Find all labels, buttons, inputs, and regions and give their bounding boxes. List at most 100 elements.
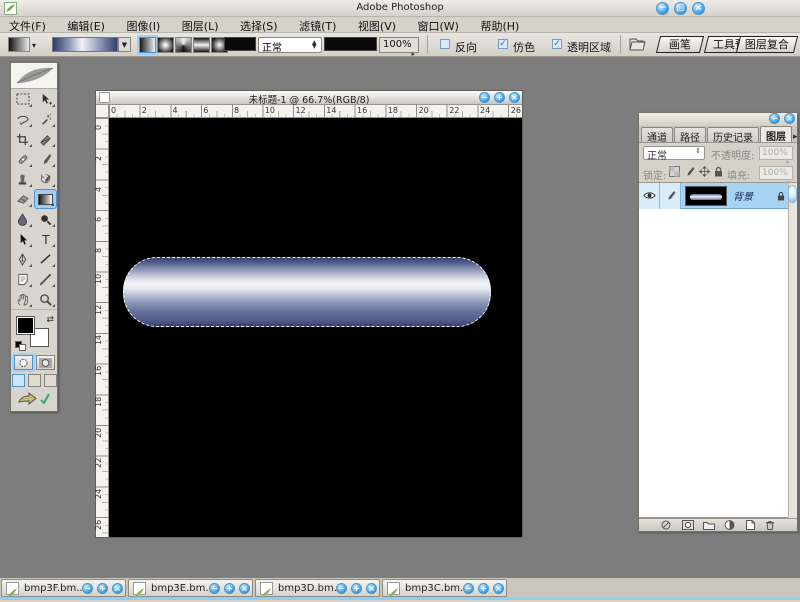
blend-mode-select[interactable]: 正常 ▲▼ <box>258 37 322 53</box>
fullscreen-mode-button[interactable] <box>44 374 57 387</box>
delete-layer-icon[interactable] <box>765 520 775 530</box>
ruler-corner[interactable] <box>96 105 109 118</box>
tool-brush[interactable] <box>34 149 57 169</box>
tool-move[interactable] <box>34 89 57 109</box>
tool-clone-stamp[interactable] <box>11 169 34 189</box>
minimized-window-bmp3D[interactable]: bmp3D.bm... − + × <box>255 579 380 597</box>
gradient-type-reflected-button[interactable] <box>193 37 210 53</box>
restore-button[interactable]: − <box>209 583 220 594</box>
tool-magic-wand[interactable] <box>34 109 57 129</box>
tool-eraser[interactable] <box>11 189 34 209</box>
tool-path-selection[interactable] <box>11 229 34 249</box>
new-group-icon[interactable] <box>703 520 715 530</box>
maximize-button[interactable]: + <box>97 583 108 594</box>
reverse-checkbox[interactable] <box>440 39 450 49</box>
app-restore-button[interactable]: □ <box>674 2 687 15</box>
close-button[interactable]: × <box>493 583 504 594</box>
tool-healing-brush[interactable] <box>11 149 34 169</box>
palette-tab-layer-comps[interactable]: 图层复合 <box>736 36 798 53</box>
minimized-window-bmp3E[interactable]: bmp3E.bm... − + × <box>128 579 253 597</box>
lock-all-icon[interactable] <box>714 166 723 177</box>
layer-style-icon[interactable] <box>661 520 673 530</box>
layer-row-background[interactable]: 背景 <box>639 183 797 209</box>
opacity-input[interactable]: 100%▸ <box>379 37 419 53</box>
tool-rectangular-marquee[interactable] <box>11 89 34 109</box>
scrollbar-thumb[interactable] <box>788 185 797 203</box>
tool-slice[interactable] <box>34 129 57 149</box>
app-close-button[interactable]: × <box>692 2 705 15</box>
restore-button[interactable]: − <box>82 583 93 594</box>
tool-blur[interactable] <box>11 209 34 229</box>
layers-scrollbar[interactable] <box>788 183 797 518</box>
tab-layers[interactable]: 图层 <box>760 126 792 142</box>
tool-eyedropper[interactable] <box>34 269 57 289</box>
maximize-button[interactable]: + <box>351 583 362 594</box>
maximize-button[interactable]: + <box>478 583 489 594</box>
tool-type[interactable]: T <box>34 229 57 249</box>
layer-paint-indicator[interactable] <box>660 183 681 209</box>
foreground-color-swatch[interactable] <box>16 316 35 335</box>
default-colors-icon[interactable] <box>15 341 26 351</box>
add-layer-mask-icon[interactable] <box>682 520 694 530</box>
close-button[interactable]: × <box>366 583 377 594</box>
palette-tab-brushes[interactable]: 画笔 <box>656 36 704 53</box>
new-adjustment-layer-icon[interactable] <box>724 520 736 530</box>
tool-zoom[interactable] <box>34 289 57 309</box>
minimized-window-bmp3F[interactable]: bmp3F.bm... − + × <box>1 579 126 597</box>
layer-name[interactable]: 背景 <box>733 188 777 203</box>
doc-maximize-button[interactable]: + <box>494 92 505 103</box>
fullscreen-menubar-mode-button[interactable] <box>28 374 41 387</box>
doc-close-button[interactable]: × <box>509 92 520 103</box>
standard-mode-button[interactable] <box>14 355 33 370</box>
app-minimize-button[interactable]: − <box>656 2 669 15</box>
close-button[interactable]: × <box>239 583 250 594</box>
standard-screen-mode-button[interactable] <box>12 374 25 387</box>
document-titlebar[interactable]: 未标题-1 @ 66.7%(RGB/8) − + × <box>96 91 522 105</box>
tab-history[interactable]: 历史记录 <box>707 127 759 142</box>
panel-close-button[interactable]: × <box>784 113 795 124</box>
layer-blend-mode-select[interactable]: 正常⇕ <box>643 146 705 160</box>
tool-notes[interactable] <box>11 269 34 289</box>
gradient-preview-swatch[interactable] <box>52 37 118 52</box>
dither-checkbox[interactable]: ✓ <box>498 39 508 49</box>
new-layer-icon[interactable] <box>745 520 756 530</box>
tool-preset-picker[interactable] <box>8 37 30 52</box>
tool-line[interactable] <box>34 249 57 269</box>
layer-visibility-toggle[interactable] <box>639 183 660 209</box>
lock-transparency-icon[interactable] <box>669 166 680 177</box>
tool-lasso[interactable] <box>11 109 34 129</box>
tool-crop[interactable] <box>11 129 34 149</box>
tool-pen[interactable] <box>11 249 34 269</box>
tool-hand[interactable] <box>11 289 34 309</box>
tab-channels[interactable]: 通道 <box>641 127 673 142</box>
gradient-type-radial-button[interactable] <box>157 37 174 53</box>
gradient-type-angle-button[interactable] <box>175 37 192 53</box>
restore-button[interactable]: − <box>463 583 474 594</box>
toolbox-header[interactable] <box>11 63 57 89</box>
tool-history-brush[interactable] <box>34 169 57 189</box>
transparency-checkbox[interactable]: ✓ <box>552 39 562 49</box>
tab-paths[interactable]: 路径 <box>674 127 706 142</box>
file-browser-icon[interactable] <box>628 35 650 54</box>
doc-minimize-button[interactable]: − <box>479 92 490 103</box>
gradient-type-linear-button[interactable] <box>139 37 156 53</box>
quick-mask-mode-button[interactable] <box>36 355 55 370</box>
panel-titlebar[interactable]: − × <box>639 113 797 126</box>
layer-opacity-input[interactable]: 100%▸ <box>759 146 793 160</box>
edit-in-imageready-icon[interactable] <box>17 391 51 406</box>
panel-menu-arrow-icon[interactable]: ▸ <box>793 132 800 142</box>
gradient-picker-arrow-icon[interactable]: ▼ <box>118 37 131 52</box>
tool-dodge[interactable] <box>34 209 57 229</box>
minimized-window-bmp3C[interactable]: bmp3C.bm... − + × <box>382 579 507 597</box>
close-button[interactable]: × <box>112 583 123 594</box>
layer-thumbnail[interactable] <box>685 186 727 206</box>
canvas[interactable] <box>109 118 522 537</box>
restore-button[interactable]: − <box>336 583 347 594</box>
lock-position-icon[interactable] <box>699 166 710 177</box>
tool-preset-arrow-icon[interactable]: ▾ <box>32 41 36 50</box>
tool-gradient[interactable] <box>34 189 57 209</box>
lock-image-icon[interactable] <box>684 166 695 177</box>
maximize-button[interactable]: + <box>224 583 235 594</box>
swap-colors-icon[interactable]: ⇄ <box>46 315 54 325</box>
panel-minimize-button[interactable]: − <box>769 113 780 124</box>
